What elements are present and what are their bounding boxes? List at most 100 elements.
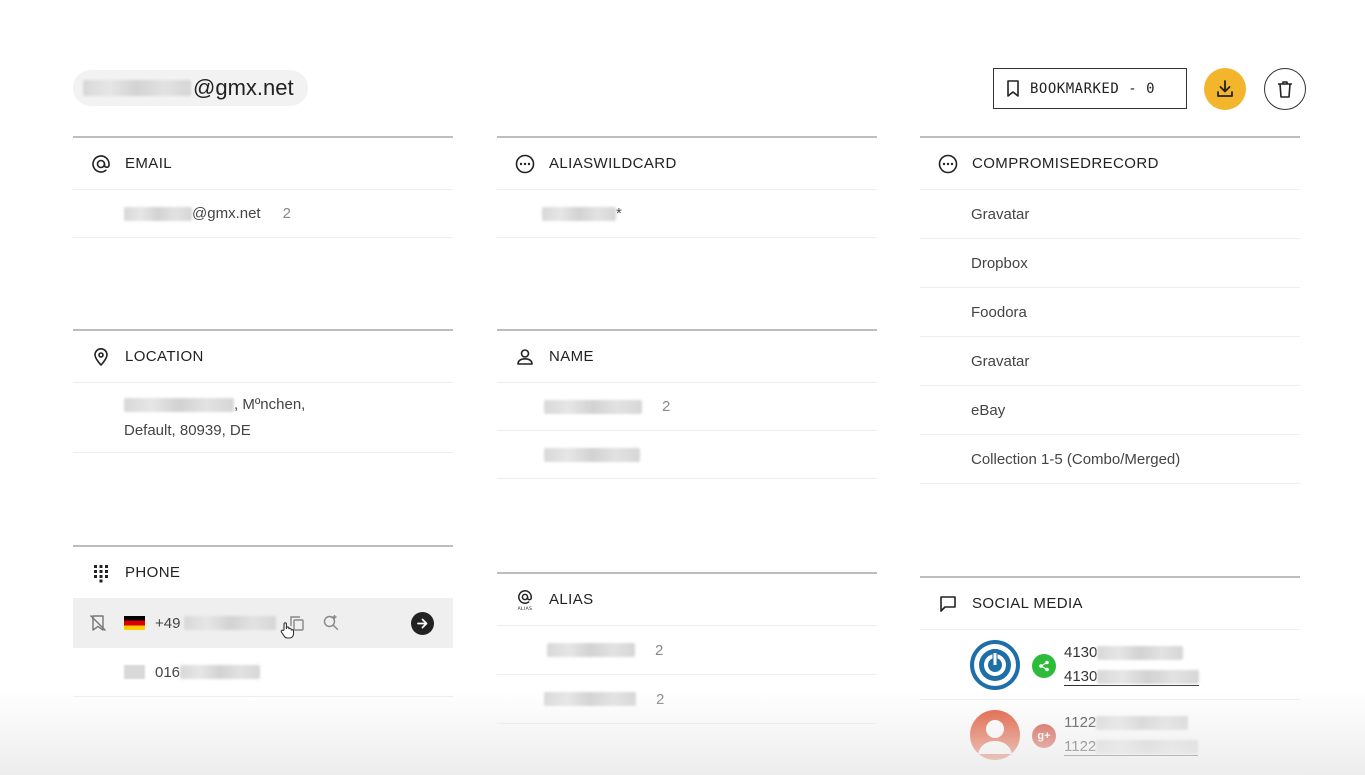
aliaswildcard-value: * bbox=[616, 205, 622, 222]
arrow-circle-right-icon[interactable] bbox=[411, 612, 434, 635]
location-line-1: , Mºnchen, bbox=[124, 392, 305, 418]
chat-icon bbox=[937, 593, 959, 615]
trash-icon bbox=[1278, 81, 1292, 98]
email-value: @gmx.net bbox=[192, 205, 261, 222]
compromised-value: Dropbox bbox=[971, 254, 1028, 272]
email-row[interactable]: @gmx.net 2 bbox=[73, 190, 453, 238]
compromised-row[interactable]: eBay bbox=[920, 386, 1300, 435]
location-row[interactable]: , Mºnchen, Default, 80939, DE bbox=[73, 383, 453, 453]
alias-at-icon: ALIAS bbox=[514, 589, 536, 611]
download-button[interactable] bbox=[1204, 68, 1246, 110]
email-card: EMAIL @gmx.net 2 bbox=[73, 136, 453, 238]
redacted-text bbox=[124, 397, 234, 412]
phone-row[interactable]: +49 bbox=[73, 599, 453, 648]
aliaswildcard-card-header: ALIASWILDCARD bbox=[497, 138, 877, 190]
avatar bbox=[970, 709, 1020, 760]
redacted-text bbox=[1096, 739, 1199, 754]
redacted-text bbox=[1097, 669, 1200, 684]
compromised-row[interactable]: Foodora bbox=[920, 288, 1300, 337]
compromised-row[interactable]: Gravatar bbox=[920, 337, 1300, 386]
redacted-text bbox=[124, 206, 192, 221]
germany-flag-icon bbox=[124, 616, 145, 630]
name-card: NAME 2 bbox=[497, 329, 877, 479]
social-card-title: SOCIAL MEDIA bbox=[972, 595, 1083, 612]
redacted-text bbox=[1096, 715, 1189, 730]
alias-row[interactable]: 2 bbox=[497, 626, 877, 675]
aliaswildcard-card: ALIASWILDCARD * bbox=[497, 136, 877, 238]
email-card-title: EMAIL bbox=[125, 155, 173, 172]
bookmark-icon bbox=[1007, 80, 1019, 97]
compromised-row[interactable]: Dropbox bbox=[920, 239, 1300, 288]
bookmarked-button[interactable]: BOOKMARKED - 0 bbox=[993, 68, 1187, 109]
compromised-card-title: COMPROMISEDRECORD bbox=[972, 155, 1159, 172]
alias-card-header: ALIAS ALIAS bbox=[497, 574, 877, 626]
name-card-header: NAME bbox=[497, 331, 877, 383]
social-ids: 1122 1122 bbox=[1064, 711, 1199, 759]
redacted-text bbox=[83, 80, 191, 96]
social-id-prefix: 4130 bbox=[1064, 643, 1098, 661]
redacted-text bbox=[180, 665, 261, 679]
social-card: SOCIAL MEDIA 4130 4130 g+ 1122 1122 bbox=[920, 576, 1300, 770]
hand-cursor-icon bbox=[279, 621, 295, 639]
phone-prefix: +49 bbox=[155, 614, 181, 632]
location-card: LOCATION , Mºnchen, Default, 80939, DE bbox=[73, 329, 453, 453]
compromised-row[interactable]: Gravatar bbox=[920, 190, 1300, 239]
more-circle-icon bbox=[937, 153, 959, 175]
alias-count: 2 bbox=[656, 690, 665, 708]
social-card-header: SOCIAL MEDIA bbox=[920, 578, 1300, 630]
redacted-text bbox=[544, 447, 640, 462]
social-id-prefix: 1122 bbox=[1064, 713, 1097, 731]
compromised-row[interactable]: Collection 1-5 (Combo/Merged) bbox=[920, 435, 1300, 484]
redacted-text bbox=[544, 399, 642, 414]
person-icon bbox=[514, 346, 536, 368]
location-city: , Mºnchen, bbox=[234, 395, 306, 413]
compromised-value: Foodora bbox=[971, 303, 1027, 321]
email-count: 2 bbox=[282, 205, 291, 222]
social-row[interactable]: g+ 1122 1122 bbox=[920, 700, 1300, 770]
phone-row[interactable]: 016 bbox=[73, 648, 453, 697]
name-row[interactable] bbox=[497, 431, 877, 479]
social-id-prefix: 1122 bbox=[1064, 737, 1097, 755]
social-id-link[interactable]: 4130 bbox=[1064, 665, 1200, 689]
phone-card: PHONE +49 016 bbox=[73, 545, 453, 697]
location-card-title: LOCATION bbox=[125, 348, 204, 365]
unknown-flag-icon bbox=[124, 665, 145, 679]
redacted-text bbox=[1097, 645, 1184, 660]
social-id[interactable]: 4130 bbox=[1064, 641, 1199, 665]
location-line-2: Default, 80939, DE bbox=[124, 421, 251, 439]
location-pin-icon bbox=[90, 346, 112, 368]
compromised-value: Gravatar bbox=[971, 352, 1030, 370]
unbookmark-icon[interactable] bbox=[88, 613, 108, 633]
social-id-prefix: 4130 bbox=[1064, 667, 1098, 685]
more-circle-icon bbox=[514, 153, 536, 175]
social-id-link[interactable]: 1122 bbox=[1064, 735, 1199, 759]
phone-card-header: PHONE bbox=[73, 547, 453, 599]
aliaswildcard-row[interactable]: * bbox=[497, 190, 877, 238]
alias-card: ALIAS ALIAS 2 2 bbox=[497, 572, 877, 724]
alias-row[interactable]: 2 bbox=[497, 675, 877, 724]
location-card-header: LOCATION bbox=[73, 331, 453, 383]
alias-card-title: ALIAS bbox=[549, 591, 594, 608]
redacted-text bbox=[542, 206, 616, 221]
aliaswildcard-card-title: ALIASWILDCARD bbox=[549, 155, 677, 172]
delete-button[interactable] bbox=[1264, 68, 1306, 110]
name-card-title: NAME bbox=[549, 348, 594, 365]
email-card-header: EMAIL bbox=[73, 138, 453, 190]
dialpad-icon bbox=[90, 562, 112, 584]
compromised-value: eBay bbox=[971, 401, 1006, 419]
social-row[interactable]: 4130 4130 bbox=[920, 630, 1300, 700]
name-row[interactable]: 2 bbox=[497, 383, 877, 431]
name-count: 2 bbox=[662, 398, 671, 415]
share-icon bbox=[1032, 654, 1056, 678]
search-add-icon[interactable] bbox=[322, 614, 340, 632]
svg-text:ALIAS: ALIAS bbox=[518, 606, 533, 611]
page: @gmx.net BOOKMARKED - 0 EMAIL @gmx.net 2… bbox=[0, 0, 1365, 775]
compromised-value: Collection 1-5 (Combo/Merged) bbox=[971, 450, 1181, 468]
social-id[interactable]: 1122 bbox=[1064, 711, 1198, 735]
redacted-text bbox=[547, 643, 635, 657]
compromised-card: COMPROMISEDRECORD Gravatar Dropbox Foodo… bbox=[920, 136, 1300, 484]
account-chip: @gmx.net bbox=[73, 70, 308, 106]
alias-count: 2 bbox=[655, 641, 664, 659]
compromised-card-header: COMPROMISEDRECORD bbox=[920, 138, 1300, 190]
google-plus-icon: g+ bbox=[1032, 724, 1056, 748]
